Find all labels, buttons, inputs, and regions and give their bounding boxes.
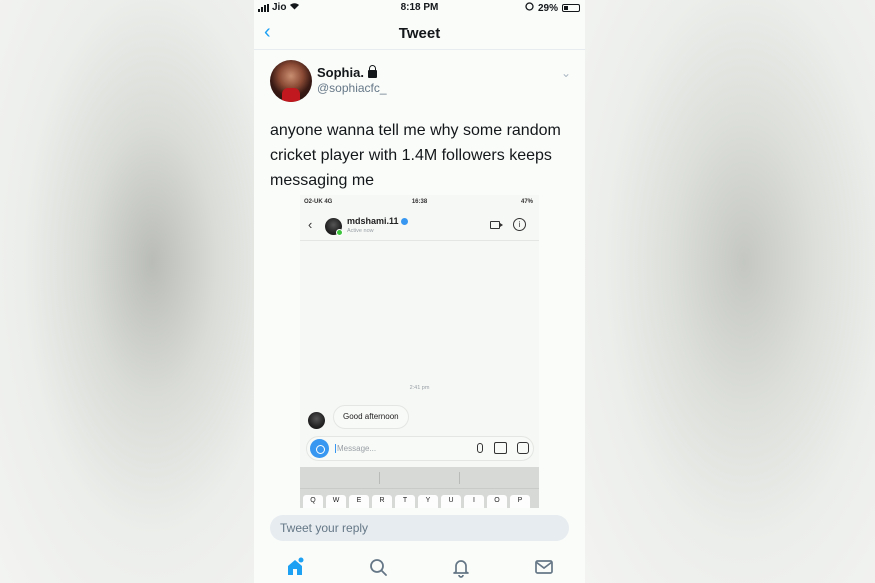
key: I (464, 495, 484, 508)
chevron-down-icon[interactable]: ⌄ (561, 66, 571, 80)
tweet-text: anyone wanna tell me why some random cri… (270, 122, 561, 189)
battery-icon (562, 4, 580, 12)
embedded-contact-name: mdshami.11 (347, 216, 399, 226)
messages-icon[interactable] (533, 556, 555, 578)
embedded-chat-header: ‹ mdshami.11 Active now i (300, 211, 539, 241)
video-call-icon (490, 221, 503, 229)
embedded-battery: 47% (520, 199, 533, 205)
camera-icon (310, 439, 329, 458)
embedded-message-input: Message... (306, 436, 534, 461)
gallery-icon (494, 442, 507, 454)
background-right (585, 0, 875, 583)
key: T (395, 495, 415, 508)
search-icon[interactable] (367, 556, 389, 578)
info-icon: i (513, 218, 526, 231)
notifications-icon[interactable] (450, 556, 472, 578)
user-name[interactable]: Sophia. (317, 65, 377, 80)
status-bar: Jio 8:18 PM 29% (254, 0, 585, 16)
avatar[interactable] (270, 60, 312, 102)
embedded-input-placeholder: Message... (335, 444, 377, 453)
embedded-message-time: 2:41 pm (409, 385, 430, 391)
embedded-contact-status: Active now (347, 228, 374, 234)
nav-bar: ‹ Tweet (254, 16, 585, 50)
battery-percent: 29% (537, 2, 558, 14)
key: E (349, 495, 369, 508)
reply-placeholder: Tweet your reply (280, 521, 369, 535)
key: P (510, 495, 530, 508)
lock-icon (367, 65, 377, 78)
embedded-keyboard: Q W E R T Y U I O P (300, 467, 539, 508)
verified-badge-icon (400, 217, 408, 225)
display-name: Sophia. (317, 65, 364, 80)
alarm-icon (525, 2, 534, 14)
sticker-icon (517, 442, 529, 454)
keyboard-keys: Q W E R T Y U I O P (303, 495, 530, 508)
phone-screen: Jio 8:18 PM 29% ‹ Tweet Sophia. @sophiac… (254, 0, 585, 583)
key: O (487, 495, 507, 508)
tweet-image[interactable]: O2-UK 4G 16:38 47% ‹ mdshami.11 Active n… (300, 195, 539, 508)
user-handle[interactable]: @sophiacfc_ (317, 81, 387, 95)
key: Q (303, 495, 323, 508)
key: W (326, 495, 346, 508)
embedded-back-icon: ‹ (308, 217, 313, 232)
microphone-icon (477, 443, 483, 453)
embedded-status-bar: O2-UK 4G 16:38 47% (300, 199, 539, 209)
key: R (372, 495, 392, 508)
embedded-message-bubble: Good afternoon (333, 405, 409, 429)
home-icon[interactable] (284, 556, 306, 578)
reply-input[interactable]: Tweet your reply (270, 515, 569, 541)
page-title: Tweet (398, 25, 441, 42)
embedded-message-avatar (308, 412, 325, 429)
embedded-clock: 16:38 (411, 199, 428, 205)
embedded-contact-avatar (325, 218, 343, 236)
key: U (441, 495, 461, 508)
background-left (0, 0, 254, 583)
tab-bar (254, 550, 585, 583)
key: Y (418, 495, 438, 508)
